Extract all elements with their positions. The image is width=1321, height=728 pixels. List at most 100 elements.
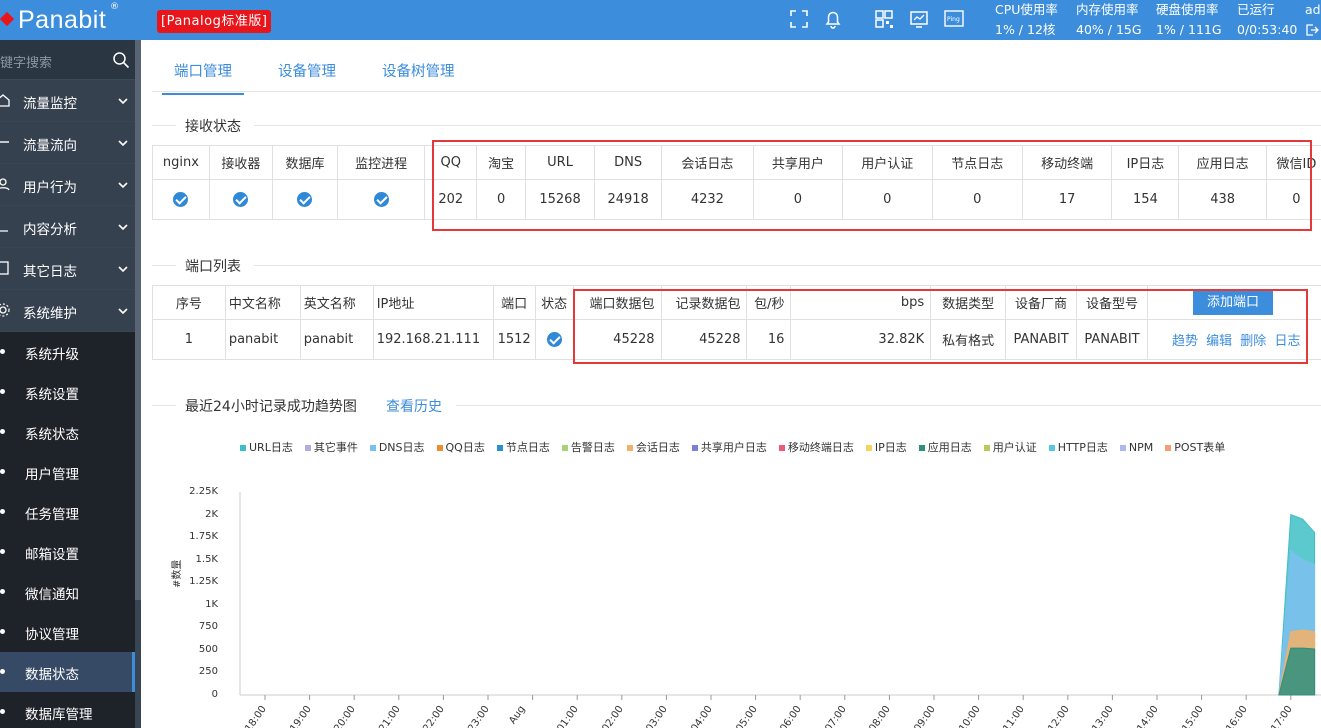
sidebar-item-system-maintenance[interactable]: 系统维护 [0,290,135,332]
cpu-label: CPU使用率 [995,2,1058,17]
tab-device-tree-management[interactable]: 设备树管理 [382,60,455,81]
legend-item[interactable]: IP日志 [865,441,907,455]
subitem-label: 系统升级 [25,347,79,363]
sidebar-subitem-data-status[interactable]: 数据状态 [0,652,135,692]
legend-swatch [1119,445,1126,451]
legend-item[interactable]: DNS日志 [369,441,425,455]
legend-item[interactable]: 告警日志 [561,441,615,455]
legend-swatch [626,445,633,451]
sidebar-subitem-protocol-management[interactable]: 协议管理 [0,612,135,652]
tab-port-management[interactable]: 端口管理 [162,60,244,95]
check-circle-icon [173,192,189,207]
ping-icon[interactable]: Ping [943,8,965,30]
analysis-icon [0,230,8,232]
section-divider [254,125,1321,126]
highlight-box [432,140,1312,231]
uptime-label: 已运行 [1237,2,1275,17]
bell-icon[interactable] [822,8,844,30]
subitem-label: 数据状态 [25,667,79,683]
sidebar-scrollbar[interactable] [135,40,141,728]
trend-chart [239,492,1321,700]
sidebar-subitem-system-settings[interactable]: 系统设置 [0,372,135,412]
legend-label: 移动终端日志 [787,441,854,454]
cn-name-cell: panabit [224,319,301,360]
chevron-down-icon [118,308,128,315]
receive-status-title: 接收状态 [185,119,241,135]
sidebar-subitem-wechat-notify[interactable]: 微信通知 [0,572,135,612]
sidebar-item-user-behavior[interactable]: 用户行为 [0,164,135,206]
sidebar-item-label: 其它日志 [23,264,77,280]
fullscreen-icon[interactable] [788,8,810,30]
highlight-box [573,289,1308,364]
subitem-label: 微信通知 [25,587,79,603]
column-header: 序号 [152,285,226,320]
memory-stat: 内存使用率 40% / 15G [1076,0,1142,40]
search-input[interactable]: 键字搜索 [0,52,52,71]
legend-item[interactable]: POST表单 [1165,441,1225,455]
qr-icon[interactable] [873,8,895,30]
bullet-icon [0,349,5,354]
legend-item[interactable]: 移动终端日志 [778,441,854,455]
sidebar-subitem-system-upgrade[interactable]: 系统升级 [0,332,135,372]
legend-label: 告警日志 [570,441,615,454]
sidebar-item-traffic-monitor[interactable]: 流量监控 [0,80,135,122]
legend-swatch [1048,445,1055,451]
bullet-icon [0,709,5,714]
sidebar-item-content-analysis[interactable]: 内容分析 [0,206,135,248]
column-header: 中文名称 [224,285,301,320]
sidebar-item-label: 流量流向 [23,138,77,154]
y-tick-label: 1.75K [189,531,218,543]
chart-legend: URL日志 其它事件 DNS日志 QQ日志 节点日志 告警日志 会话日志 共享用户日志 移动终端… [240,441,1320,457]
logout-icon[interactable] [1305,23,1319,37]
legend-item[interactable]: 应用日志 [918,441,972,455]
section-divider [456,405,1321,406]
column-header: 监控进程 [336,145,426,180]
legend-label: DNS日志 [378,441,425,454]
bullet-icon [0,429,5,434]
legend-swatch [691,445,698,451]
flow-icon [0,141,9,143]
user-label: adı [1305,2,1321,17]
sidebar-subitem-system-status[interactable]: 系统状态 [0,412,135,452]
section-divider [152,265,176,266]
legend-label: QQ日志 [445,441,485,454]
sidebar-subitem-database-management[interactable]: 数据库管理 [0,692,135,728]
legend-item[interactable]: 用户认证 [983,441,1037,455]
legend-item[interactable]: 节点日志 [496,441,550,455]
scrollbar-thumb[interactable] [135,40,141,600]
legend-label: HTTP日志 [1057,441,1108,454]
sidebar-subitem-task-management[interactable]: 任务管理 [0,492,135,532]
status-cell [152,179,210,220]
bullet-icon [0,589,5,594]
user-stat[interactable]: adı [1305,0,1321,43]
trend-title: 最近24小时记录成功趋势图 [185,399,357,415]
column-header: 英文名称 [299,285,374,320]
legend-swatch [865,445,872,451]
legend-item[interactable]: HTTP日志 [1048,441,1108,455]
subitem-label: 数据库管理 [25,707,93,723]
subitem-label: 用户管理 [25,467,79,483]
sidebar-subitem-mail-settings[interactable]: 邮箱设置 [0,532,135,572]
view-history-link[interactable]: 查看历史 [386,396,442,416]
sidebar-search[interactable]: 键字搜索 [0,40,135,80]
memory-value: 40% / 15G [1076,22,1142,37]
sidebar-subitem-user-management[interactable]: 用户管理 [0,452,135,492]
legend-item[interactable]: URL日志 [240,441,293,455]
monitor-icon[interactable] [908,8,930,30]
legend-item[interactable]: 共享用户日志 [691,441,767,455]
search-icon[interactable] [112,51,130,69]
legend-item[interactable]: 其它事件 [304,441,358,455]
bullet-icon [0,469,5,474]
subitem-label: 系统状态 [25,427,79,443]
cpu-stat: CPU使用率 1% / 12核 [995,0,1058,40]
memory-label: 内存使用率 [1076,2,1139,17]
chevron-down-icon [118,182,128,189]
legend-item[interactable]: NPM [1119,441,1153,455]
legend-item[interactable]: 会话日志 [626,441,680,455]
legend-item[interactable]: QQ日志 [436,441,485,455]
chevron-down-icon [118,266,128,273]
legend-swatch [304,445,311,451]
tab-device-management[interactable]: 设备管理 [278,60,336,81]
sidebar-item-other-logs[interactable]: 其它日志 [0,248,135,290]
sidebar-item-traffic-flow[interactable]: 流量流向 [0,122,135,164]
